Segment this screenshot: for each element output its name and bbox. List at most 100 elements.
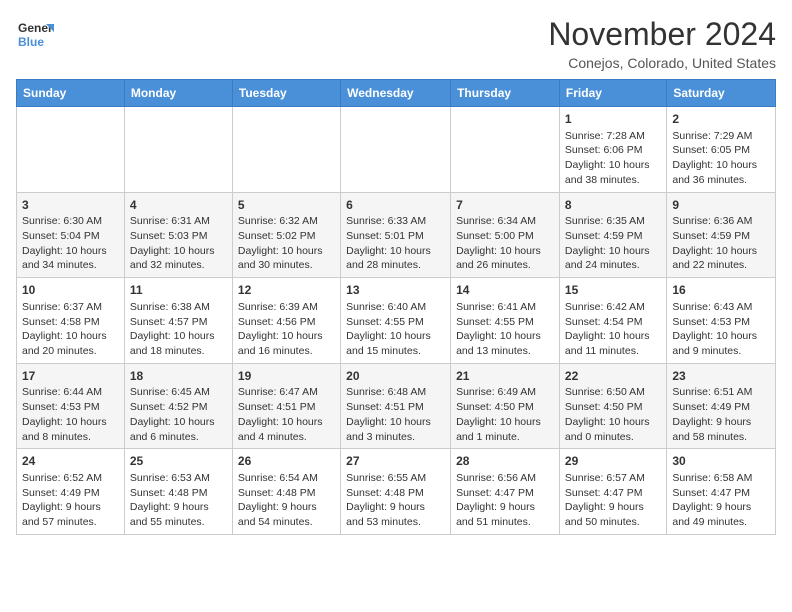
calendar-header-row: Sunday Monday Tuesday Wednesday Thursday… [17,80,776,107]
day-number: 26 [238,453,335,470]
daylight-text: Daylight: 10 hours and 22 minutes. [672,245,757,272]
calendar-cell: 11Sunrise: 6:38 AMSunset: 4:57 PMDayligh… [124,278,232,364]
sunrise-text: Sunrise: 6:37 AM [22,301,102,313]
sunset-text: Sunset: 4:59 PM [565,230,643,242]
sunrise-text: Sunrise: 6:47 AM [238,386,318,398]
sunset-text: Sunset: 4:48 PM [130,487,208,499]
sunset-text: Sunset: 4:58 PM [22,316,100,328]
header: General Blue November 2024 Conejos, Colo… [16,16,776,71]
calendar-cell: 7Sunrise: 6:34 AMSunset: 5:00 PMDaylight… [451,192,560,278]
sunset-text: Sunset: 4:47 PM [456,487,534,499]
sunrise-text: Sunrise: 6:41 AM [456,301,536,313]
day-number: 13 [346,282,445,299]
sunset-text: Sunset: 5:00 PM [456,230,534,242]
day-number: 11 [130,282,227,299]
calendar-cell: 27Sunrise: 6:55 AMSunset: 4:48 PMDayligh… [341,449,451,535]
calendar-table: Sunday Monday Tuesday Wednesday Thursday… [16,79,776,535]
sunrise-text: Sunrise: 6:44 AM [22,386,102,398]
daylight-text: Daylight: 9 hours and 58 minutes. [672,416,751,443]
day-number: 1 [565,111,661,128]
sunset-text: Sunset: 4:50 PM [565,401,643,413]
calendar-week-row: 10 Sunrise: 6:37 AM Sunset: 4:58 PM Dayligh… [17,278,776,364]
calendar-cell: 29Sunrise: 6:57 AMSunset: 4:47 PMDayligh… [559,449,666,535]
daylight-text: Daylight: 9 hours and 51 minutes. [456,501,535,528]
sunrise-text: Sunrise: 6:53 AM [130,472,210,484]
sunrise-text: Sunrise: 6:42 AM [565,301,645,313]
sunset-text: Sunset: 4:48 PM [238,487,316,499]
logo: General Blue [16,16,54,54]
day-number: 3 [22,197,119,214]
daylight-text: Daylight: 10 hours and 4 minutes. [238,416,323,443]
sunrise-text: Sunrise: 6:31 AM [130,215,210,227]
daylight-text: Daylight: 10 hours and 20 minutes. [22,330,107,357]
title-block: November 2024 Conejos, Colorado, United … [548,16,776,71]
daylight-text: Daylight: 9 hours and 57 minutes. [22,501,101,528]
daylight-text: Daylight: 10 hours and 11 minutes. [565,330,650,357]
daylight-text: Daylight: 10 hours and 6 minutes. [130,416,215,443]
calendar-cell: 26Sunrise: 6:54 AMSunset: 4:48 PMDayligh… [232,449,340,535]
calendar-cell: 15Sunrise: 6:42 AMSunset: 4:54 PMDayligh… [559,278,666,364]
daylight-text: Daylight: 9 hours and 49 minutes. [672,501,751,528]
sunrise-text: Sunrise: 6:35 AM [565,215,645,227]
day-number: 17 [22,368,119,385]
sunrise-text: Sunrise: 6:56 AM [456,472,536,484]
daylight-text: Daylight: 10 hours and 3 minutes. [346,416,431,443]
calendar-cell: 28 Sunrise: 6:56 AM Sunset: 4:47 PM Dayligh… [451,449,560,535]
calendar-cell: 10 Sunrise: 6:37 AM Sunset: 4:58 PM Dayligh… [17,278,125,364]
calendar-cell [341,107,451,193]
calendar-cell: 1Sunrise: 7:28 AMSunset: 6:06 PMDaylight… [559,107,666,193]
calendar-cell: 17Sunrise: 6:44 AMSunset: 4:53 PMDayligh… [17,363,125,449]
calendar-cell: 6Sunrise: 6:33 AMSunset: 5:01 PMDaylight… [341,192,451,278]
sunset-text: Sunset: 4:53 PM [22,401,100,413]
sunset-text: Sunset: 4:49 PM [672,401,750,413]
daylight-text: Daylight: 10 hours and 28 minutes. [346,245,431,272]
sunset-text: Sunset: 5:02 PM [238,230,316,242]
daylight-text: Daylight: 9 hours and 53 minutes. [346,501,425,528]
day-number: 4 [130,197,227,214]
sunset-text: Sunset: 6:06 PM [565,144,643,156]
calendar-week-row: 3Sunrise: 6:30 AMSunset: 5:04 PMDaylight… [17,192,776,278]
col-wednesday: Wednesday [341,80,451,107]
daylight-text: Daylight: 10 hours and 36 minutes. [672,159,757,186]
sunrise-text: Sunrise: 6:39 AM [238,301,318,313]
day-number: 25 [130,453,227,470]
day-number: 19 [238,368,335,385]
day-number: 21 [456,368,554,385]
day-number: 12 [238,282,335,299]
logo-icon: General Blue [16,16,54,54]
sunset-text: Sunset: 4:51 PM [238,401,316,413]
sunset-text: Sunset: 6:05 PM [672,144,750,156]
sunset-text: Sunset: 4:55 PM [346,316,424,328]
sunset-text: Sunset: 4:48 PM [346,487,424,499]
sunset-text: Sunset: 4:52 PM [130,401,208,413]
daylight-text: Daylight: 10 hours and 0 minutes. [565,416,650,443]
sunrise-text: Sunrise: 6:49 AM [456,386,536,398]
day-number: 20 [346,368,445,385]
col-tuesday: Tuesday [232,80,340,107]
day-number: 5 [238,197,335,214]
calendar-cell: 8Sunrise: 6:35 AMSunset: 4:59 PMDaylight… [559,192,666,278]
sunrise-text: Sunrise: 6:34 AM [456,215,536,227]
daylight-text: Daylight: 10 hours and 18 minutes. [130,330,215,357]
day-number: 28 [456,453,554,470]
sunrise-text: Sunrise: 7:29 AM [672,130,752,142]
col-friday: Friday [559,80,666,107]
day-number: 2 [672,111,770,128]
sunset-text: Sunset: 4:57 PM [130,316,208,328]
day-number: 10 [22,282,119,299]
sunrise-text: Sunrise: 6:33 AM [346,215,426,227]
day-number: 6 [346,197,445,214]
daylight-text: Daylight: 9 hours and 50 minutes. [565,501,644,528]
sunset-text: Sunset: 4:55 PM [456,316,534,328]
calendar-cell: 12Sunrise: 6:39 AMSunset: 4:56 PMDayligh… [232,278,340,364]
day-number: 15 [565,282,661,299]
daylight-text: Daylight: 10 hours and 9 minutes. [672,330,757,357]
daylight-text: Daylight: 10 hours and 1 minute. [456,416,541,443]
sunrise-text: Sunrise: 6:43 AM [672,301,752,313]
sunset-text: Sunset: 4:56 PM [238,316,316,328]
calendar-cell: 25Sunrise: 6:53 AMSunset: 4:48 PMDayligh… [124,449,232,535]
daylight-text: Daylight: 10 hours and 38 minutes. [565,159,650,186]
daylight-text: Daylight: 10 hours and 30 minutes. [238,245,323,272]
sunrise-text: Sunrise: 6:52 AM [22,472,102,484]
calendar-cell: 9Sunrise: 6:36 AMSunset: 4:59 PMDaylight… [667,192,776,278]
